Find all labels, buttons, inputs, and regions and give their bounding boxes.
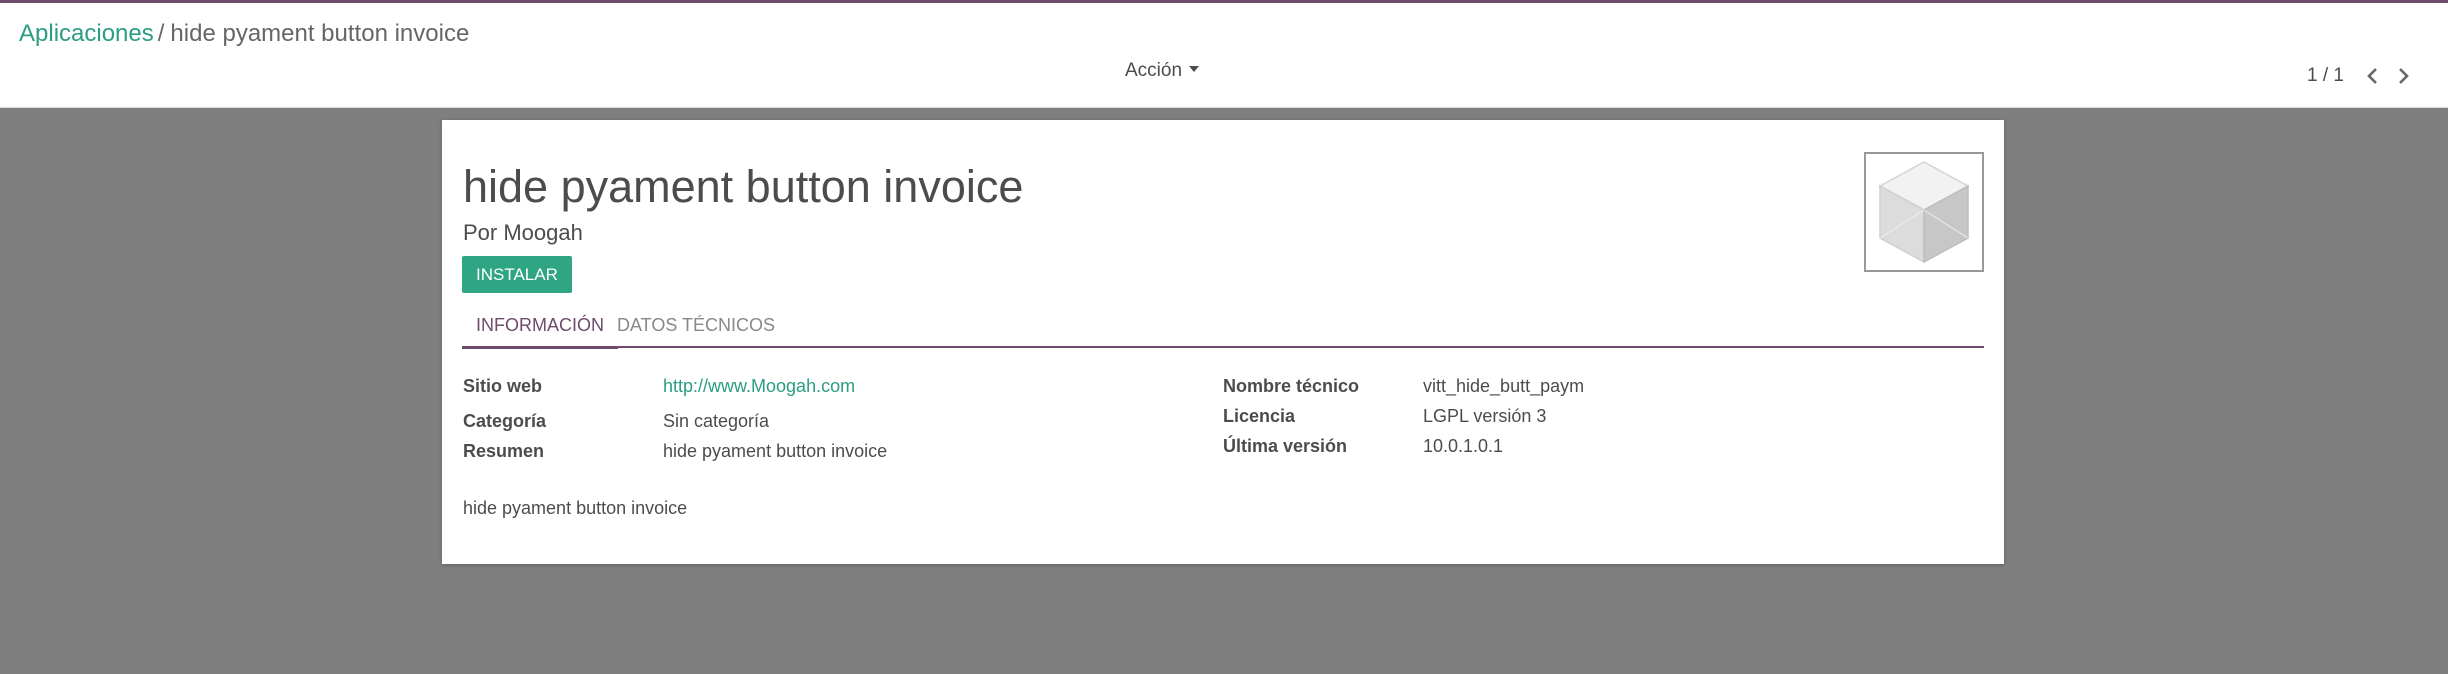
pager-previous-button[interactable]: [2358, 61, 2388, 91]
pager-value[interactable]: 1 / 1: [2307, 65, 2344, 87]
action-dropdown-label: Acción: [1125, 60, 1183, 81]
chevron-right-icon: [2399, 68, 2409, 84]
field-label-latest-version: Última versión: [1223, 436, 1348, 456]
field-label-summary: Resumen: [463, 441, 545, 461]
breadcrumb-separator: /: [157, 20, 165, 47]
form-sheet: hide pyament button invoice Por Moogah I…: [442, 120, 2004, 564]
tab-bar: INFORMACIÓN DATOS TÉCNICOS: [462, 310, 1984, 349]
module-description: hide pyament button invoice: [463, 498, 688, 518]
field-value-license: LGPL versión 3: [1423, 406, 1547, 426]
module-title: hide pyament button invoice: [463, 161, 1024, 212]
field-value-category: Sin categoría: [663, 411, 770, 431]
breadcrumb-current: hide pyament button invoice: [170, 20, 470, 47]
module-author: Por Moogah: [463, 220, 583, 245]
install-button[interactable]: INSTALAR: [462, 256, 572, 293]
module-icon-frame: [1864, 152, 1984, 272]
field-value-technical-name: vitt_hide_butt_paym: [1423, 376, 1585, 396]
field-label-category: Categoría: [463, 411, 547, 431]
field-value-summary: hide pyament button invoice: [663, 441, 888, 461]
pager: 1 / 1: [2307, 61, 2418, 91]
action-dropdown[interactable]: Acción: [1125, 60, 1200, 82]
pager-next-button[interactable]: [2388, 61, 2418, 91]
breadcrumb: Aplicaciones / hide pyament button invoice: [19, 17, 469, 51]
cube-icon: [1878, 161, 1970, 264]
field-value-website-link[interactable]: http://www.Moogah.com: [663, 376, 855, 397]
chevron-left-icon: [2367, 68, 2377, 84]
field-label-technical-name: Nombre técnico: [1223, 376, 1360, 396]
tab-datos-tecnicos[interactable]: DATOS TÉCNICOS: [617, 310, 775, 346]
field-label-website: Sitio web: [463, 376, 543, 396]
breadcrumb-apps-link[interactable]: Aplicaciones: [19, 20, 154, 47]
caret-down-icon: [1189, 65, 1200, 72]
tab-informacion[interactable]: INFORMACIÓN: [462, 310, 618, 349]
field-label-license: Licencia: [1223, 406, 1296, 426]
field-value-latest-version: 10.0.1.0.1: [1423, 436, 1504, 456]
control-panel: Aplicaciones / hide pyament button invoice…: [0, 3, 2448, 108]
